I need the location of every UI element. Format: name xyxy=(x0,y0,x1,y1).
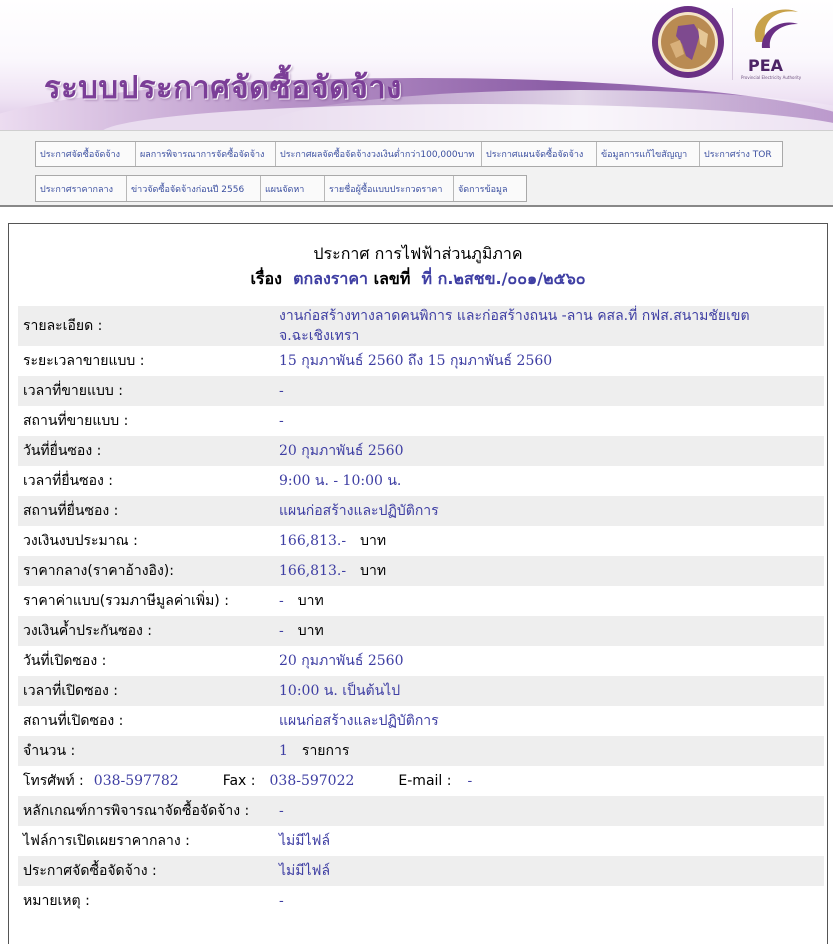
detail-row-doc-sale-time: เวลาที่ขายแบบ : - xyxy=(18,376,824,406)
email-value: - xyxy=(467,773,473,789)
label-criteria: หลักเกณฑ์การพิจารณาจัดซื้อจัดจ้าง : xyxy=(23,803,250,819)
label-budget: วงเงินงบประมาณ : xyxy=(23,533,138,549)
label-quantity: จำนวน : xyxy=(23,743,76,759)
label-doc-sale-time: เวลาที่ขายแบบ : xyxy=(23,383,123,399)
detail-row-open-date: วันที่เปิดซอง : 20 กุมภาพันธ์ 2560 xyxy=(18,646,824,676)
label-description: รายละเอียด : xyxy=(23,318,103,334)
detail-row-quantity: จำนวน : 1 รายการ xyxy=(18,736,824,766)
subject-value: ตกลงราคา xyxy=(293,269,369,288)
detail-row-contact: โทรศัพท์ : 038-597782 Fax : 038-597022 E… xyxy=(18,766,824,796)
detail-row-budget: วงเงินงบประมาณ : 166,813.- บาท xyxy=(18,526,824,556)
detail-row-submit-time: เวลาที่ยื่นซอง : 9:00 น. - 10:00 น. xyxy=(18,466,824,496)
value-bid-bond: - xyxy=(279,623,284,639)
nav-draft-tor[interactable]: ประกาศร่าง TOR xyxy=(700,142,782,166)
value-doc-fee: - xyxy=(279,593,284,609)
value-submit-date: 20 กุมภาพันธ์ 2560 xyxy=(279,443,404,459)
value-submit-place: แผนก่อสร้างและปฏิบัติการ xyxy=(279,503,439,519)
unit-median-price: บาท xyxy=(360,563,387,579)
detail-row-median-price: ราคากลาง(ราคาอ้างอิง): 166,813.- บาท xyxy=(18,556,824,586)
contact-info: โทรศัพท์ : 038-597782 Fax : 038-597022 E… xyxy=(18,770,824,792)
value-doc-sale-place: - xyxy=(279,413,284,429)
nav-bidder-list[interactable]: รายชื่อผู้ซื้อแบบประกวดราคา xyxy=(325,176,454,201)
detail-row-doc-sale-place: สถานที่ขายแบบ : - xyxy=(18,406,824,436)
detail-row-submit-place: สถานที่ยื่นซอง : แผนก่อสร้างและปฏิบัติกา… xyxy=(18,496,824,526)
detail-row-open-time: เวลาที่เปิดซอง : 10:00 น. เป็นต้นไป xyxy=(18,676,824,706)
label-announce-file: ประกาศจัดซื้อจัดจ้าง : xyxy=(23,863,157,879)
nav-procurement-results[interactable]: ผลการพิจารณาการจัดซื้อจัดจ้าง xyxy=(136,142,276,166)
pea-emblem-icon xyxy=(652,6,724,78)
announcement-title: ประกาศ การไฟฟ้าส่วนภูมิภาค xyxy=(313,244,523,263)
value-median-price: 166,813.- xyxy=(279,563,347,579)
label-doc-sale-period: ระยะเวลาขายแบบ : xyxy=(23,353,145,369)
fax-value: 038-597022 xyxy=(269,773,355,789)
nav-contract-amendments[interactable]: ข้อมูลการแก้ไขสัญญา xyxy=(597,142,700,166)
detail-row-submit-date: วันที่ยื่นซอง : 20 กุมภาพันธ์ 2560 xyxy=(18,436,824,466)
nav-menu-row-2: ประกาศราคากลาง ข่าวจัดซื้อจัดจ้างก่อนปี … xyxy=(35,175,527,202)
value-criteria: - xyxy=(279,803,284,819)
nav-procurement-plan[interactable]: ประกาศแผนจัดซื้อจัดจ้าง xyxy=(482,142,597,166)
label-submit-place: สถานที่ยื่นซอง : xyxy=(23,503,119,519)
unit-bid-bond: บาท xyxy=(297,623,324,639)
details-table: รายละเอียด : งานก่อสร้างทางลาดคนพิการ แล… xyxy=(18,306,824,916)
detail-row-open-place: สถานที่เปิดซอง : แผนก่อสร้างและปฏิบัติกา… xyxy=(18,706,824,736)
announcement-subject-line: เรื่อง ตกลงราคา เลขที่ ที่ ก.๒สชข./๐๐๑/๒… xyxy=(9,267,827,292)
detail-row-doc-sale-period: ระยะเวลาขายแบบ : 15 กุมภาพันธ์ 2560 ถึง … xyxy=(18,346,824,376)
value-median-file: ไม่มีไฟล์ xyxy=(279,833,331,849)
value-submit-time: 9:00 น. - 10:00 น. xyxy=(279,473,402,489)
fax-label: Fax : xyxy=(222,773,256,789)
value-description: งานก่อสร้างทางลาดคนพิการ และก่อสร้างถนน … xyxy=(279,308,750,344)
label-doc-sale-place: สถานที่ขายแบบ : xyxy=(23,413,129,429)
announcement-number: ที่ ก.๒สชข./๐๐๑/๒๕๖๐ xyxy=(421,269,586,288)
label-open-date: วันที่เปิดซอง : xyxy=(23,653,107,669)
value-open-time: 10:00 น. เป็นต้นไป xyxy=(279,683,401,699)
value-doc-sale-time: - xyxy=(279,383,284,399)
logo-divider xyxy=(732,8,733,80)
label-bid-bond: วงเงินค้ำประกันซอง : xyxy=(23,623,153,639)
site-title: ระบบประกาศจัดซื้อจัดจ้าง xyxy=(44,70,402,106)
label-doc-fee: ราคาค่าแบบ(รวมภาษีมูลค่าเพิ่ม) : xyxy=(23,593,229,609)
label-submit-date: วันที่ยื่นซอง : xyxy=(23,443,102,459)
phone-value: 038-597782 xyxy=(93,773,179,789)
detail-row-doc-fee: ราคาค่าแบบ(รวมภาษีมูลค่าเพิ่ม) : - บาท xyxy=(18,586,824,616)
value-open-date: 20 กุมภาพันธ์ 2560 xyxy=(279,653,404,669)
pea-logo-text: PEA xyxy=(748,56,784,75)
label-median-file: ไฟล์การเปิดเผยราคากลาง : xyxy=(23,833,190,849)
nav-procurement-announcement[interactable]: ประกาศจัดซื้อจัดจ้าง xyxy=(36,142,136,166)
nav-area: ประกาศจัดซื้อจัดจ้าง ผลการพิจารณาการจัดซ… xyxy=(0,130,833,207)
nav-results-under-100k[interactable]: ประกาศผลจัดซื้อจัดจ้างวงเงินต่ำกว่า100,0… xyxy=(276,142,482,166)
label-submit-time: เวลาที่ยื่นซอง : xyxy=(23,473,114,489)
unit-doc-fee: บาท xyxy=(297,593,324,609)
detail-row-median-file: ไฟล์การเปิดเผยราคากลาง : ไม่มีไฟล์ xyxy=(18,826,824,856)
phone-label: โทรศัพท์ : xyxy=(23,773,84,789)
unit-quantity: รายการ xyxy=(301,743,350,759)
value-doc-sale-period: 15 กุมภาพันธ์ 2560 ถึง 15 กุมภาพันธ์ 256… xyxy=(279,353,553,369)
nav-news-before-2556[interactable]: ข่าวจัดซื้อจัดจ้างก่อนปี 2556 xyxy=(127,176,261,201)
email-label: E-mail : xyxy=(398,773,452,789)
value-quantity: 1 xyxy=(279,743,288,759)
value-open-place: แผนก่อสร้างและปฏิบัติการ xyxy=(279,713,439,729)
number-label: เลขที่ xyxy=(373,269,411,288)
subject-label: เรื่อง xyxy=(250,269,282,288)
unit-budget: บาท xyxy=(360,533,387,549)
nav-median-price[interactable]: ประกาศราคากลาง xyxy=(36,176,127,201)
label-open-place: สถานที่เปิดซอง : xyxy=(23,713,124,729)
nav-procurement-sourcing[interactable]: แผนจัดหา xyxy=(261,176,325,201)
pea-logo-subtext: Provincial Electricity Authority xyxy=(741,75,802,80)
nav-menu-row-1: ประกาศจัดซื้อจัดจ้าง ผลการพิจารณาการจัดซ… xyxy=(35,141,783,167)
label-median-price: ราคากลาง(ราคาอ้างอิง): xyxy=(23,563,174,579)
value-remark: - xyxy=(279,893,284,909)
detail-row-description: รายละเอียด : งานก่อสร้างทางลาดคนพิการ แล… xyxy=(18,306,824,346)
label-open-time: เวลาที่เปิดซอง : xyxy=(23,683,118,699)
detail-row-bid-bond: วงเงินค้ำประกันซอง : - บาท xyxy=(18,616,824,646)
announcement-panel: ประกาศ การไฟฟ้าส่วนภูมิภาค เรื่อง ตกลงรา… xyxy=(8,223,828,944)
detail-row-announce-file: ประกาศจัดซื้อจัดจ้าง : ไม่มีไฟล์ xyxy=(18,856,824,886)
label-remark: หมายเหตุ : xyxy=(23,893,90,909)
nav-manage-data[interactable]: จัดการข้อมูล xyxy=(454,176,526,201)
value-budget: 166,813.- xyxy=(279,533,347,549)
value-announce-file: ไม่มีไฟล์ xyxy=(279,863,331,879)
detail-row-criteria: หลักเกณฑ์การพิจารณาจัดซื้อจัดจ้าง : - xyxy=(18,796,824,826)
detail-row-remark: หมายเหตุ : - xyxy=(18,886,824,916)
site-banner: ระบบประกาศจัดซื้อจัดจ้าง PEA Provincial … xyxy=(0,0,833,130)
